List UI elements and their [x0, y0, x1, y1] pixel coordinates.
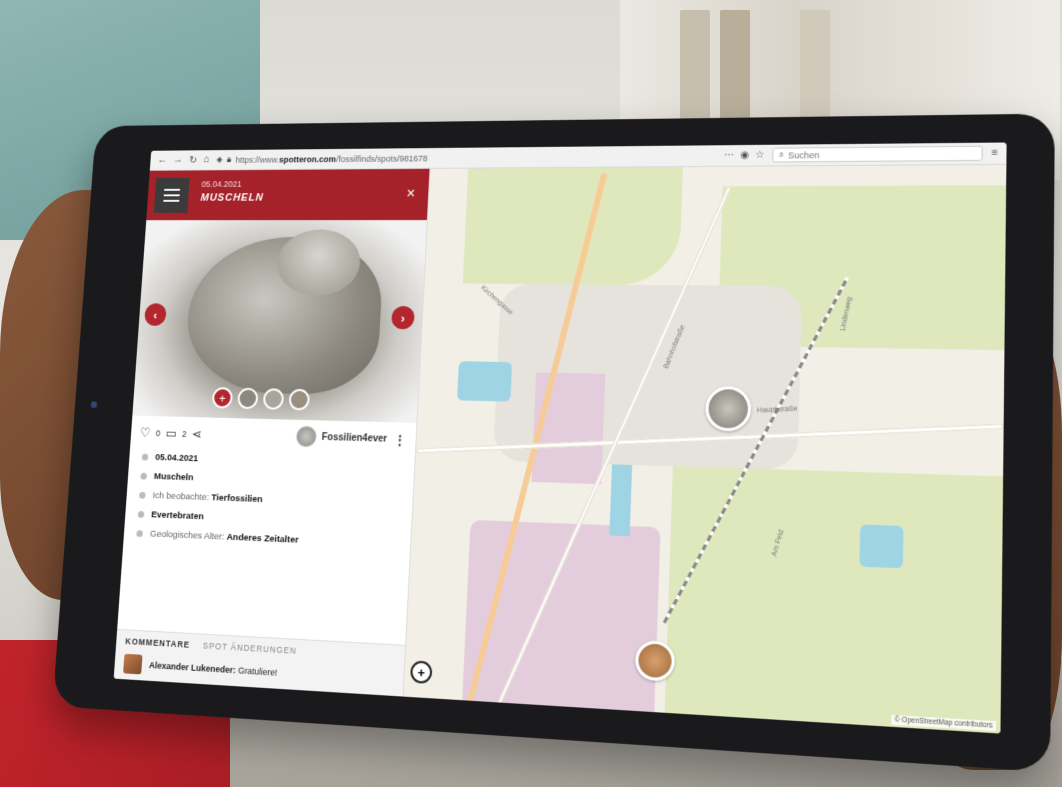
tablet-device: ← → ↻ ⌂ ◈ 🔒︎ https://www.spotteron.com/f…	[52, 114, 1054, 773]
map-lake	[457, 361, 512, 401]
gallery-thumbnail[interactable]	[237, 388, 258, 409]
username: Fossilien4ever	[321, 432, 387, 445]
comment-text: Gratuliere!	[238, 665, 278, 677]
spot-header: 05.04.2021 MUSCHELN ×	[146, 169, 429, 220]
tag-icon	[140, 473, 147, 480]
map-water	[609, 464, 632, 536]
close-button[interactable]: ×	[406, 186, 416, 203]
shield-icon: ◈	[216, 155, 223, 165]
menu-line	[164, 189, 180, 191]
tab-spot-changes[interactable]: SPOT ÄNDERUNGEN	[203, 641, 297, 656]
calendar-icon	[142, 454, 149, 461]
browser-nav: ← → ↻ ⌂	[157, 154, 210, 166]
app-content: 05.04.2021 MUSCHELN × ‹ › + ♡ 0 ▭ 2 ⋖ Fo…	[114, 165, 1007, 734]
heart-icon[interactable]: ♡	[140, 425, 151, 440]
menu-line	[163, 200, 179, 202]
group-value: Evertebraten	[151, 510, 204, 523]
comments-section: KOMMENTARE SPOT ÄNDERUNGEN Alexander Luk…	[114, 629, 405, 697]
gallery-prev-button[interactable]: ‹	[144, 303, 167, 326]
reload-icon[interactable]: ↻	[189, 154, 198, 166]
star-icon[interactable]: ☆	[755, 150, 764, 161]
search-icon: ⌕	[779, 150, 784, 161]
detail-row: Geologisches Alter: Anderes Zeitalter	[136, 528, 397, 550]
detail-row: Ich beobachte: Tierfossilien	[139, 490, 399, 510]
home-icon[interactable]: ⌂	[203, 154, 210, 166]
age-value: Anderes Zeitalter	[226, 532, 298, 546]
map-field	[463, 167, 683, 285]
age-label: Geologisches Alter:	[150, 529, 225, 543]
forward-icon[interactable]: →	[173, 154, 183, 166]
search-placeholder: Suchen	[788, 150, 820, 160]
avatar	[295, 426, 317, 448]
more-options-icon[interactable]: ⋮	[393, 432, 406, 448]
detail-date: 05.04.2021	[155, 452, 198, 464]
url-bar[interactable]: ◈ 🔒︎ https://www.spotteron.com/fossilfin…	[216, 150, 716, 165]
comment-count: 2	[182, 429, 187, 439]
share-icon[interactable]: ⋖	[191, 427, 202, 443]
map-view[interactable]: Bahnhofstraße Hauptstraße Kirchengasse L…	[403, 165, 1006, 734]
lock-icon: 🔒︎	[227, 155, 232, 165]
pocket-icon[interactable]: ◉	[740, 150, 749, 161]
age-icon	[136, 530, 143, 537]
search-input[interactable]: ⌕ Suchen	[772, 146, 983, 163]
detail-name: Muscheln	[154, 471, 194, 483]
observe-label: Ich beobachte:	[152, 490, 209, 503]
menu-line	[164, 194, 180, 196]
zoom-in-button[interactable]: +	[410, 660, 433, 684]
spot-date: 05.04.2021	[201, 178, 429, 189]
spot-details: 05.04.2021 Muscheln Ich beobachte: Tierf…	[122, 444, 414, 568]
user-profile[interactable]: Fossilien4ever	[295, 426, 388, 450]
hamburger-icon[interactable]: ≡	[991, 148, 997, 159]
detail-row: Muscheln	[140, 471, 400, 491]
group-icon	[138, 511, 145, 518]
url-actions: ··· ◉ ☆	[724, 150, 765, 161]
camera-dot	[91, 401, 98, 408]
category-icon	[139, 492, 146, 499]
detail-row: 05.04.2021	[142, 452, 402, 471]
spot-photo[interactable]: ‹ › +	[132, 220, 427, 423]
url-text[interactable]: https://www.spotteron.com/fossilfinds/sp…	[235, 153, 427, 164]
more-icon[interactable]: ···	[724, 150, 734, 161]
add-photo-button[interactable]: +	[212, 387, 233, 408]
map-lake	[859, 524, 903, 568]
spot-detail-panel: 05.04.2021 MUSCHELN × ‹ › + ♡ 0 ▭ 2 ⋖ Fo…	[114, 169, 431, 697]
observe-value: Tierfossilien	[211, 492, 263, 505]
detail-row: Evertebraten	[138, 509, 399, 530]
browser-menu: ≡	[991, 148, 997, 159]
gallery-next-button[interactable]: ›	[391, 306, 415, 329]
avatar	[123, 654, 142, 675]
gallery-thumbnail[interactable]	[288, 389, 310, 411]
back-icon[interactable]: ←	[157, 154, 167, 166]
comment-item: Alexander Lukeneder: Gratuliere!	[123, 654, 394, 690]
tablet-screen: ← → ↻ ⌂ ◈ 🔒︎ https://www.spotteron.com/f…	[114, 142, 1007, 733]
menu-button[interactable]	[154, 178, 190, 213]
gallery-thumbnails: +	[212, 387, 310, 410]
comment-icon[interactable]: ▭	[165, 426, 177, 442]
gallery-thumbnail[interactable]	[263, 388, 284, 410]
tab-comments[interactable]: KOMMENTARE	[125, 636, 190, 649]
like-count: 0	[155, 428, 160, 438]
comment-author: Alexander Lukeneder:	[149, 660, 236, 675]
spot-title: MUSCHELN	[200, 192, 428, 204]
map-field	[664, 466, 1003, 733]
